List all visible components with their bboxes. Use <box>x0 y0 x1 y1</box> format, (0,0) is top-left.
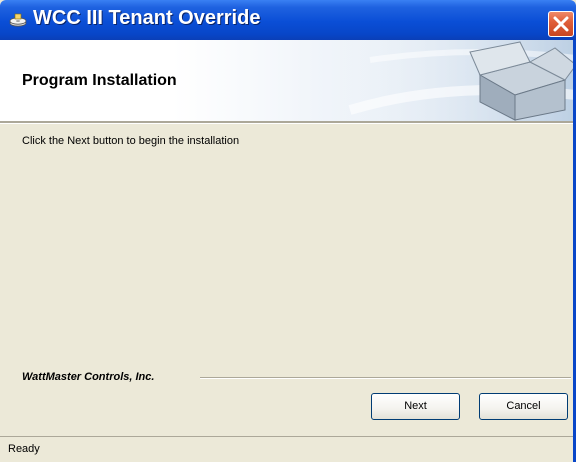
close-icon <box>553 16 569 32</box>
brand-divider <box>200 377 571 379</box>
company-label: WattMaster Controls, Inc. <box>22 371 161 383</box>
installer-disk-icon <box>9 13 27 27</box>
page-title: Program Installation <box>22 72 177 89</box>
installer-window: WCC III Tenant Override Program Installa… <box>0 0 576 462</box>
close-button[interactable] <box>548 11 574 37</box>
wizard-header: Program Installation <box>0 40 576 122</box>
status-bar: Ready <box>0 436 576 462</box>
next-button[interactable]: Next <box>371 393 460 420</box>
status-text: Ready <box>8 443 40 455</box>
cancel-button[interactable]: Cancel <box>479 393 568 420</box>
window-title: WCC III Tenant Override <box>33 7 261 29</box>
title-bar[interactable]: WCC III Tenant Override <box>0 0 576 40</box>
instruction-text: Click the Next button to begin the insta… <box>22 135 240 147</box>
header-divider <box>0 121 576 124</box>
open-box-graphic <box>330 40 576 122</box>
